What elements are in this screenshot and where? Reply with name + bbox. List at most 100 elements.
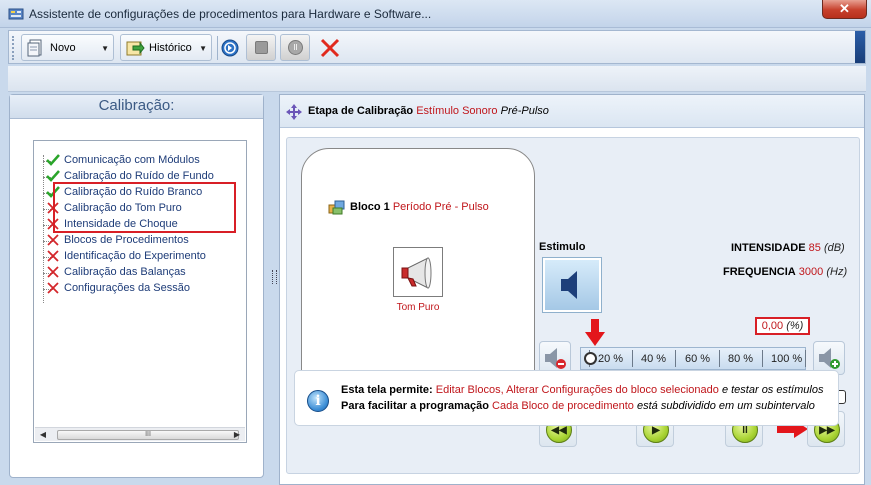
info-line1-red: Editar Blocos, Alterar Configurações do … — [435, 384, 719, 396]
novo-label: Novo — [50, 41, 76, 54]
stage-header: Etapa de Calibração Estímulo Sonoro Pré-… — [280, 95, 864, 128]
tree-item[interactable]: Identificação do Experimento — [43, 249, 246, 265]
toolbar-separator — [217, 36, 218, 60]
tree-item[interactable]: Configurações da Sessão — [43, 281, 246, 297]
tree-item-label: Identificação do Experimento — [64, 250, 206, 262]
intensidade-value: 85 — [808, 242, 821, 254]
chevron-down-icon[interactable]: ▼ — [199, 44, 207, 53]
stimulus-speaker-button[interactable] — [543, 258, 601, 312]
x-icon — [47, 266, 59, 278]
calibration-panel: Calibração: Comunicação com Módulos Calib… — [9, 94, 264, 478]
stage-title-red: Estímulo — [416, 105, 460, 117]
historico-button[interactable]: Histórico ▼ — [120, 34, 212, 61]
bloco-number: 1 — [383, 201, 390, 213]
tom-puro-button[interactable] — [393, 247, 443, 297]
tree-item[interactable]: Comunicação com Módulos — [43, 153, 246, 169]
frequencia-readout: FREQUENCIA 3000 (Hz) — [723, 266, 847, 278]
bloco-card: Bloco 1 Período Pré - Pulso Tom Puro — [301, 148, 535, 403]
scroll-left-icon[interactable]: ◀ — [37, 429, 49, 441]
slider-tick-label: 60 % — [685, 353, 711, 365]
app-window: Assistente de configurações de procedime… — [0, 0, 871, 485]
panel-splitter[interactable] — [272, 270, 277, 284]
slider-tick — [762, 350, 763, 367]
horizontal-scrollbar[interactable]: ◀ III ▶ — [35, 427, 245, 441]
x-icon — [47, 282, 59, 294]
info-icon: i — [307, 390, 329, 412]
pause-button[interactable]: II — [280, 34, 310, 61]
tree-item-label: Configurações da Sessão — [64, 282, 190, 294]
slider-tick-label: 100 % — [771, 353, 803, 365]
info-box: i Esta tela permite: Editar Blocos, Alte… — [294, 370, 839, 426]
stop-button[interactable] — [246, 34, 276, 61]
info-line-2: Para facilitar a programação Cada Bloco … — [341, 400, 815, 412]
percent-value: 0,00 — [761, 320, 784, 332]
check-icon — [46, 154, 60, 166]
blocks-icon — [328, 200, 345, 215]
estimulo-label: Estimulo — [539, 241, 586, 253]
info-line2-italic: está subdividido em um subintervalo — [636, 400, 815, 412]
slider-tick — [675, 350, 676, 367]
calibration-panel-title: Calibração: — [10, 95, 263, 119]
slider-tick — [805, 350, 806, 367]
slider-tick-label: 80 % — [728, 353, 754, 365]
intensity-slider[interactable]: 20 % 40 % 60 % 80 % 100 % — [580, 347, 806, 370]
next-circle-icon[interactable] — [221, 39, 239, 57]
info-line2-bold: Para facilitar a programação — [341, 400, 489, 412]
tree-item-label: Calibração das Balanças — [64, 266, 186, 278]
intensidade-label: INTENSIDADE — [731, 242, 806, 254]
history-icon — [126, 41, 145, 55]
frequencia-value: 3000 — [798, 266, 824, 278]
toolbar: Novo ▼ Histórico ▼ II — [8, 30, 866, 64]
tom-puro-label: Tom Puro — [396, 302, 440, 313]
toolbar-grip[interactable] — [12, 36, 15, 60]
bloco-period: Período Pré - Pulso — [392, 201, 489, 213]
frequencia-unit: (Hz) — [826, 266, 848, 278]
scroll-thumb[interactable]: III — [57, 430, 239, 440]
move-arrows-icon — [286, 104, 302, 120]
ribbon-band — [8, 66, 866, 92]
info-line-1: Esta tela permite: Editar Blocos, Altera… — [341, 384, 823, 396]
tree-item[interactable]: Calibração das Balanças — [43, 265, 246, 281]
intensidade-unit: (dB) — [823, 242, 845, 254]
tree-item-label: Comunicação com Módulos — [64, 154, 200, 166]
historico-label: Histórico — [149, 41, 192, 54]
tree-item-label: Calibração do Ruído de Fundo — [64, 170, 214, 182]
window-title: Assistente de configurações de procedime… — [29, 7, 432, 21]
toolbar-overflow-button[interactable] — [855, 31, 865, 63]
slider-tick — [632, 350, 633, 367]
red-down-arrow-icon — [585, 319, 605, 346]
stop-icon — [255, 41, 268, 54]
tree-item-label: Blocos de Procedimentos — [64, 234, 189, 246]
scroll-right-icon[interactable]: ▶ — [231, 429, 243, 441]
new-document-icon — [27, 39, 42, 56]
title-bar: Assistente de configurações de procedime… — [0, 0, 871, 28]
info-line1-bold: Esta tela permite: — [341, 384, 433, 396]
stage-title-red2: Sonoro — [462, 105, 498, 117]
tree-item[interactable]: Blocos de Procedimentos — [43, 233, 246, 249]
calibration-stage-panel: Etapa de Calibração Estímulo Sonoro Pré-… — [279, 94, 865, 485]
stage-title: Etapa de Calibração Estímulo Sonoro Pré-… — [308, 105, 549, 117]
chevron-down-icon[interactable]: ▼ — [101, 44, 109, 53]
slider-tick — [719, 350, 720, 367]
x-icon — [47, 234, 59, 246]
app-icon — [8, 8, 24, 20]
cancel-x-icon[interactable] — [319, 37, 341, 59]
percent-unit: (%) — [786, 320, 804, 332]
slider-tick-label: 20 % — [598, 353, 624, 365]
check-icon — [46, 170, 60, 182]
slider-thumb[interactable] — [584, 352, 597, 365]
pause-icon: II — [288, 40, 303, 55]
megaphone-icon — [401, 257, 432, 289]
frequencia-label: FREQUENCIA — [723, 266, 796, 278]
info-line2-red: Cada Bloco de procedimento — [492, 400, 634, 412]
highlight-box — [53, 182, 236, 233]
x-icon — [47, 250, 59, 262]
intensidade-readout: INTENSIDADE 85 (dB) — [731, 242, 845, 254]
bloco-label: Bloco 1 Período Pré - Pulso — [350, 201, 489, 213]
novo-button[interactable]: Novo ▼ — [21, 34, 114, 61]
percent-readout: 0,00 (%) — [755, 317, 810, 335]
stage-title-bold: Etapa de Calibração — [308, 105, 414, 117]
speaker-icon — [561, 271, 577, 299]
slider-tick-label: 40 % — [641, 353, 667, 365]
close-window-button[interactable]: ✕ — [822, 0, 867, 19]
